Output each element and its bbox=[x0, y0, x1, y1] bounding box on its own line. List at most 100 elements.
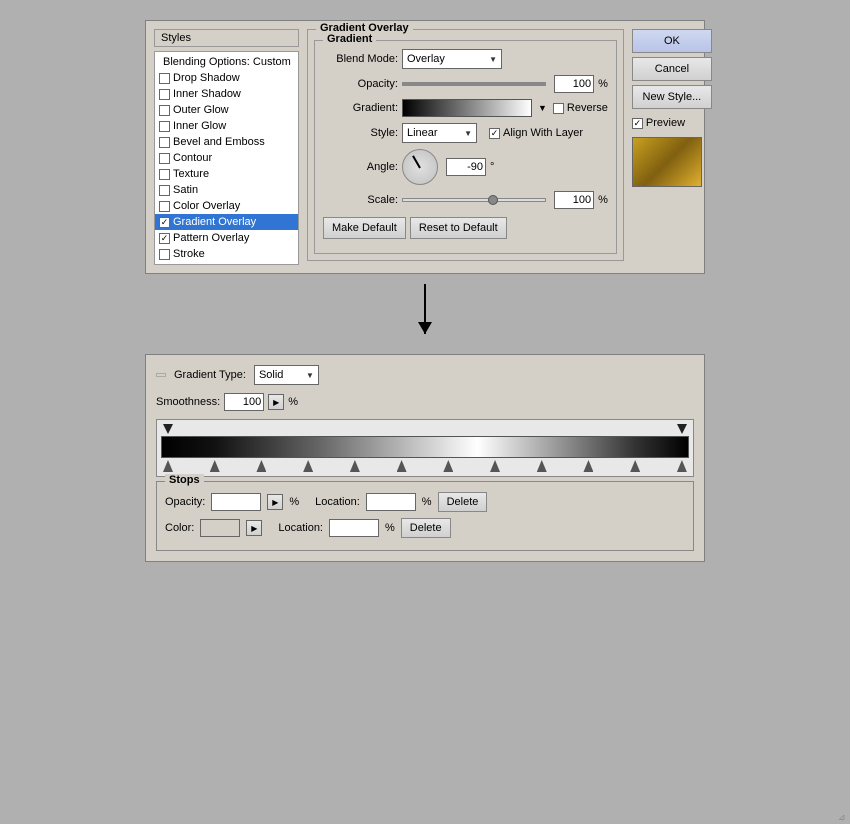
contour-checkbox[interactable] bbox=[159, 153, 170, 164]
styles-item-contour[interactable]: Contour bbox=[155, 150, 298, 166]
angle-input[interactable] bbox=[446, 158, 486, 176]
inner-glow-checkbox[interactable] bbox=[159, 121, 170, 132]
angle-label: Angle: bbox=[323, 161, 398, 173]
satin-checkbox[interactable] bbox=[159, 185, 170, 196]
styles-item-inner-shadow[interactable]: Inner Shadow bbox=[155, 86, 298, 102]
stroke-checkbox[interactable] bbox=[159, 249, 170, 260]
delete-color-button[interactable]: Delete bbox=[401, 518, 451, 538]
gradient-dropdown-arrow[interactable]: ▼ bbox=[538, 103, 547, 113]
preview-checkbox[interactable] bbox=[632, 118, 643, 129]
opacity-unit: % bbox=[598, 78, 608, 90]
reverse-checkbox[interactable] bbox=[553, 103, 564, 114]
styles-item-gradient-overlay[interactable]: Gradient Overlay bbox=[155, 214, 298, 230]
angle-dial[interactable] bbox=[402, 149, 438, 185]
pattern-overlay-checkbox[interactable] bbox=[159, 233, 170, 244]
main-content: Gradient Overlay Gradient Blend Mode: Ov… bbox=[307, 29, 624, 265]
color-preview[interactable] bbox=[200, 519, 240, 537]
color-stop-5[interactable] bbox=[350, 460, 360, 472]
color-stop-9[interactable] bbox=[537, 460, 547, 472]
color-stop-4[interactable] bbox=[303, 460, 313, 472]
gradient-type-row: Gradient Type: Solid ▼ bbox=[156, 365, 694, 385]
smoothness-arrow-btn[interactable]: ▶ bbox=[268, 394, 284, 410]
styles-item-blending[interactable]: Blending Options: Custom bbox=[155, 54, 298, 70]
styles-item-drop-shadow[interactable]: Drop Shadow bbox=[155, 70, 298, 86]
resize-handle[interactable]: ⊿ bbox=[838, 812, 848, 822]
drop-shadow-checkbox[interactable] bbox=[159, 73, 170, 84]
styles-item-inner-glow[interactable]: Inner Glow bbox=[155, 118, 298, 134]
delete-opacity-button[interactable]: Delete bbox=[438, 492, 488, 512]
gradient-bottom-stops bbox=[161, 460, 689, 472]
location-color-input[interactable] bbox=[329, 519, 379, 537]
opacity-arrow-btn[interactable]: ▶ bbox=[267, 494, 283, 510]
blend-mode-label: Blend Mode: bbox=[323, 53, 398, 65]
color-stop-row: Color: ▶ Location: % Delete bbox=[165, 518, 685, 538]
make-default-button[interactable]: Make Default bbox=[323, 217, 406, 239]
styles-item-outer-glow[interactable]: Outer Glow bbox=[155, 102, 298, 118]
cancel-button[interactable]: Cancel bbox=[632, 57, 712, 81]
align-layer-checkbox[interactable] bbox=[489, 128, 500, 139]
opacity-input[interactable] bbox=[554, 75, 594, 93]
gradient-type-select[interactable]: Solid ▼ bbox=[254, 365, 319, 385]
gradient-bar[interactable] bbox=[161, 436, 689, 458]
smoothness-row: Smoothness: ▶ % bbox=[156, 393, 694, 411]
color-stop-8[interactable] bbox=[490, 460, 500, 472]
opacity-stop-left[interactable] bbox=[163, 424, 173, 434]
ok-button[interactable]: OK bbox=[632, 29, 712, 53]
opacity-stop-row: Opacity: ▶ % Location: % Delete bbox=[165, 492, 685, 512]
location-opacity-input[interactable] bbox=[366, 493, 416, 511]
styles-title: Styles bbox=[154, 29, 299, 47]
color-stop-6[interactable] bbox=[397, 460, 407, 472]
gradient-inner: Gradient Blend Mode: Overlay ▼ Opacity: bbox=[314, 40, 617, 254]
scale-input[interactable] bbox=[554, 191, 594, 209]
opacity-stop-right[interactable] bbox=[677, 424, 687, 434]
gradient-bar-container bbox=[156, 419, 694, 477]
color-stop-11[interactable] bbox=[630, 460, 640, 472]
styles-item-stroke[interactable]: Stroke bbox=[155, 246, 298, 262]
styles-item-pattern-overlay[interactable]: Pattern Overlay bbox=[155, 230, 298, 246]
styles-item-color-overlay[interactable]: Color Overlay bbox=[155, 198, 298, 214]
style-arrow: ▼ bbox=[464, 129, 472, 138]
preview-check-row: Preview bbox=[632, 117, 712, 129]
style-row: Style: Linear ▼ Align With Layer bbox=[323, 123, 608, 143]
blend-mode-arrow: ▼ bbox=[489, 55, 497, 64]
styles-item-texture[interactable]: Texture bbox=[155, 166, 298, 182]
styles-item-satin[interactable]: Satin bbox=[155, 182, 298, 198]
color-stop-2[interactable] bbox=[210, 460, 220, 472]
blend-mode-select[interactable]: Overlay ▼ bbox=[402, 49, 502, 69]
angle-deg: ° bbox=[490, 161, 494, 173]
location-opacity-label: Location: bbox=[315, 496, 360, 508]
scale-label: Scale: bbox=[323, 194, 398, 206]
color-stop-12[interactable] bbox=[677, 460, 687, 472]
outer-glow-checkbox[interactable] bbox=[159, 105, 170, 116]
color-overlay-checkbox[interactable] bbox=[159, 201, 170, 212]
opacity-stop-label: Opacity: bbox=[165, 496, 205, 508]
arrow-container bbox=[424, 284, 426, 344]
color-arrow-btn[interactable]: ▶ bbox=[246, 520, 262, 536]
smoothness-label: Smoothness: bbox=[156, 396, 220, 408]
top-dialog: Styles Blending Options: Custom Drop Sha… bbox=[145, 20, 705, 274]
gradient-type-border bbox=[156, 373, 166, 377]
gradient-row: Gradient: ▼ Reverse bbox=[323, 99, 608, 117]
style-select[interactable]: Linear ▼ bbox=[402, 123, 477, 143]
smoothness-input[interactable] bbox=[224, 393, 264, 411]
gradient-type-arrow: ▼ bbox=[306, 371, 314, 380]
location-opacity-unit: % bbox=[422, 496, 432, 508]
smoothness-unit: % bbox=[288, 396, 298, 408]
color-stop-3[interactable] bbox=[256, 460, 266, 472]
inner-shadow-checkbox[interactable] bbox=[159, 89, 170, 100]
styles-item-bevel-emboss[interactable]: Bevel and Emboss bbox=[155, 134, 298, 150]
align-layer-label: Align With Layer bbox=[489, 127, 583, 139]
style-label: Style: bbox=[323, 127, 398, 139]
bevel-emboss-checkbox[interactable] bbox=[159, 137, 170, 148]
new-style-button[interactable]: New Style... bbox=[632, 85, 712, 109]
color-stop-10[interactable] bbox=[583, 460, 593, 472]
angle-row: Angle: ° bbox=[323, 149, 608, 185]
gradient-overlay-checkbox[interactable] bbox=[159, 217, 170, 228]
reset-button[interactable]: Reset to Default bbox=[410, 217, 507, 239]
opacity-stop-input[interactable] bbox=[211, 493, 261, 511]
color-stop-1[interactable] bbox=[163, 460, 173, 472]
gradient-preview[interactable] bbox=[402, 99, 532, 117]
texture-checkbox[interactable] bbox=[159, 169, 170, 180]
color-stop-7[interactable] bbox=[443, 460, 453, 472]
gradient-type-label: Gradient Type: bbox=[174, 369, 246, 381]
